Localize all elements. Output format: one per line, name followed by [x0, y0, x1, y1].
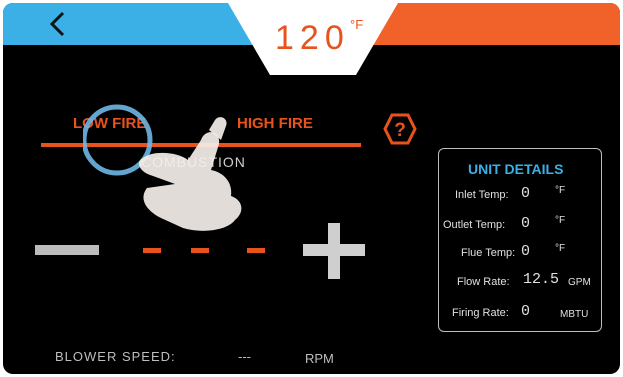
tab-high-fire[interactable]: HIGH FIRE	[237, 115, 313, 132]
temperature-value: 120	[275, 19, 350, 57]
flow-rate-unit: GPM	[568, 277, 591, 288]
tab-combustion[interactable]: COMBUSTION	[141, 154, 246, 170]
flue-temp-unit: °F	[555, 243, 566, 254]
inlet-temp-value: 0	[521, 185, 531, 202]
inlet-temp-unit: °F	[555, 185, 566, 196]
svg-text:?: ?	[394, 120, 406, 141]
header-left-bar	[3, 3, 263, 45]
firing-rate-unit: MBTU	[560, 309, 589, 320]
inlet-temp-label: Inlet Temp:	[455, 189, 509, 201]
outlet-temp-value: 0	[521, 215, 531, 232]
level-dash	[247, 248, 265, 253]
back-chevron-icon[interactable]	[43, 9, 73, 39]
blower-speed-unit: RPM	[305, 351, 334, 366]
device-screen: 120 °F LOW FIRE HIGH FIRE ? COMBUSTION U…	[3, 3, 620, 374]
fire-selector-bar	[41, 143, 361, 147]
blower-speed-value: ---	[238, 349, 251, 364]
help-hexagon-icon[interactable]: ?	[383, 113, 417, 145]
unit-details-title: UNIT DETAILS	[468, 161, 564, 177]
tab-low-fire[interactable]: LOW FIRE	[73, 115, 146, 132]
flow-rate-label: Flow Rate:	[457, 276, 510, 288]
flue-temp-value: 0	[521, 243, 531, 260]
blower-speed-label: BLOWER SPEED:	[55, 349, 176, 364]
level-dash	[191, 248, 209, 253]
plus-icon[interactable]	[303, 223, 365, 279]
plus-vertical	[328, 223, 340, 279]
temperature-unit: °F	[350, 17, 364, 32]
firing-rate-value: 0	[521, 303, 531, 320]
outlet-temp-unit: °F	[555, 215, 566, 226]
firing-rate-label: Firing Rate:	[452, 307, 509, 319]
minus-icon[interactable]	[35, 245, 99, 255]
outlet-temp-label: Outlet Temp:	[443, 219, 506, 231]
flue-temp-label: Flue Temp:	[461, 247, 516, 259]
level-dash	[143, 248, 161, 253]
flow-rate-value: 12.5	[523, 271, 560, 288]
